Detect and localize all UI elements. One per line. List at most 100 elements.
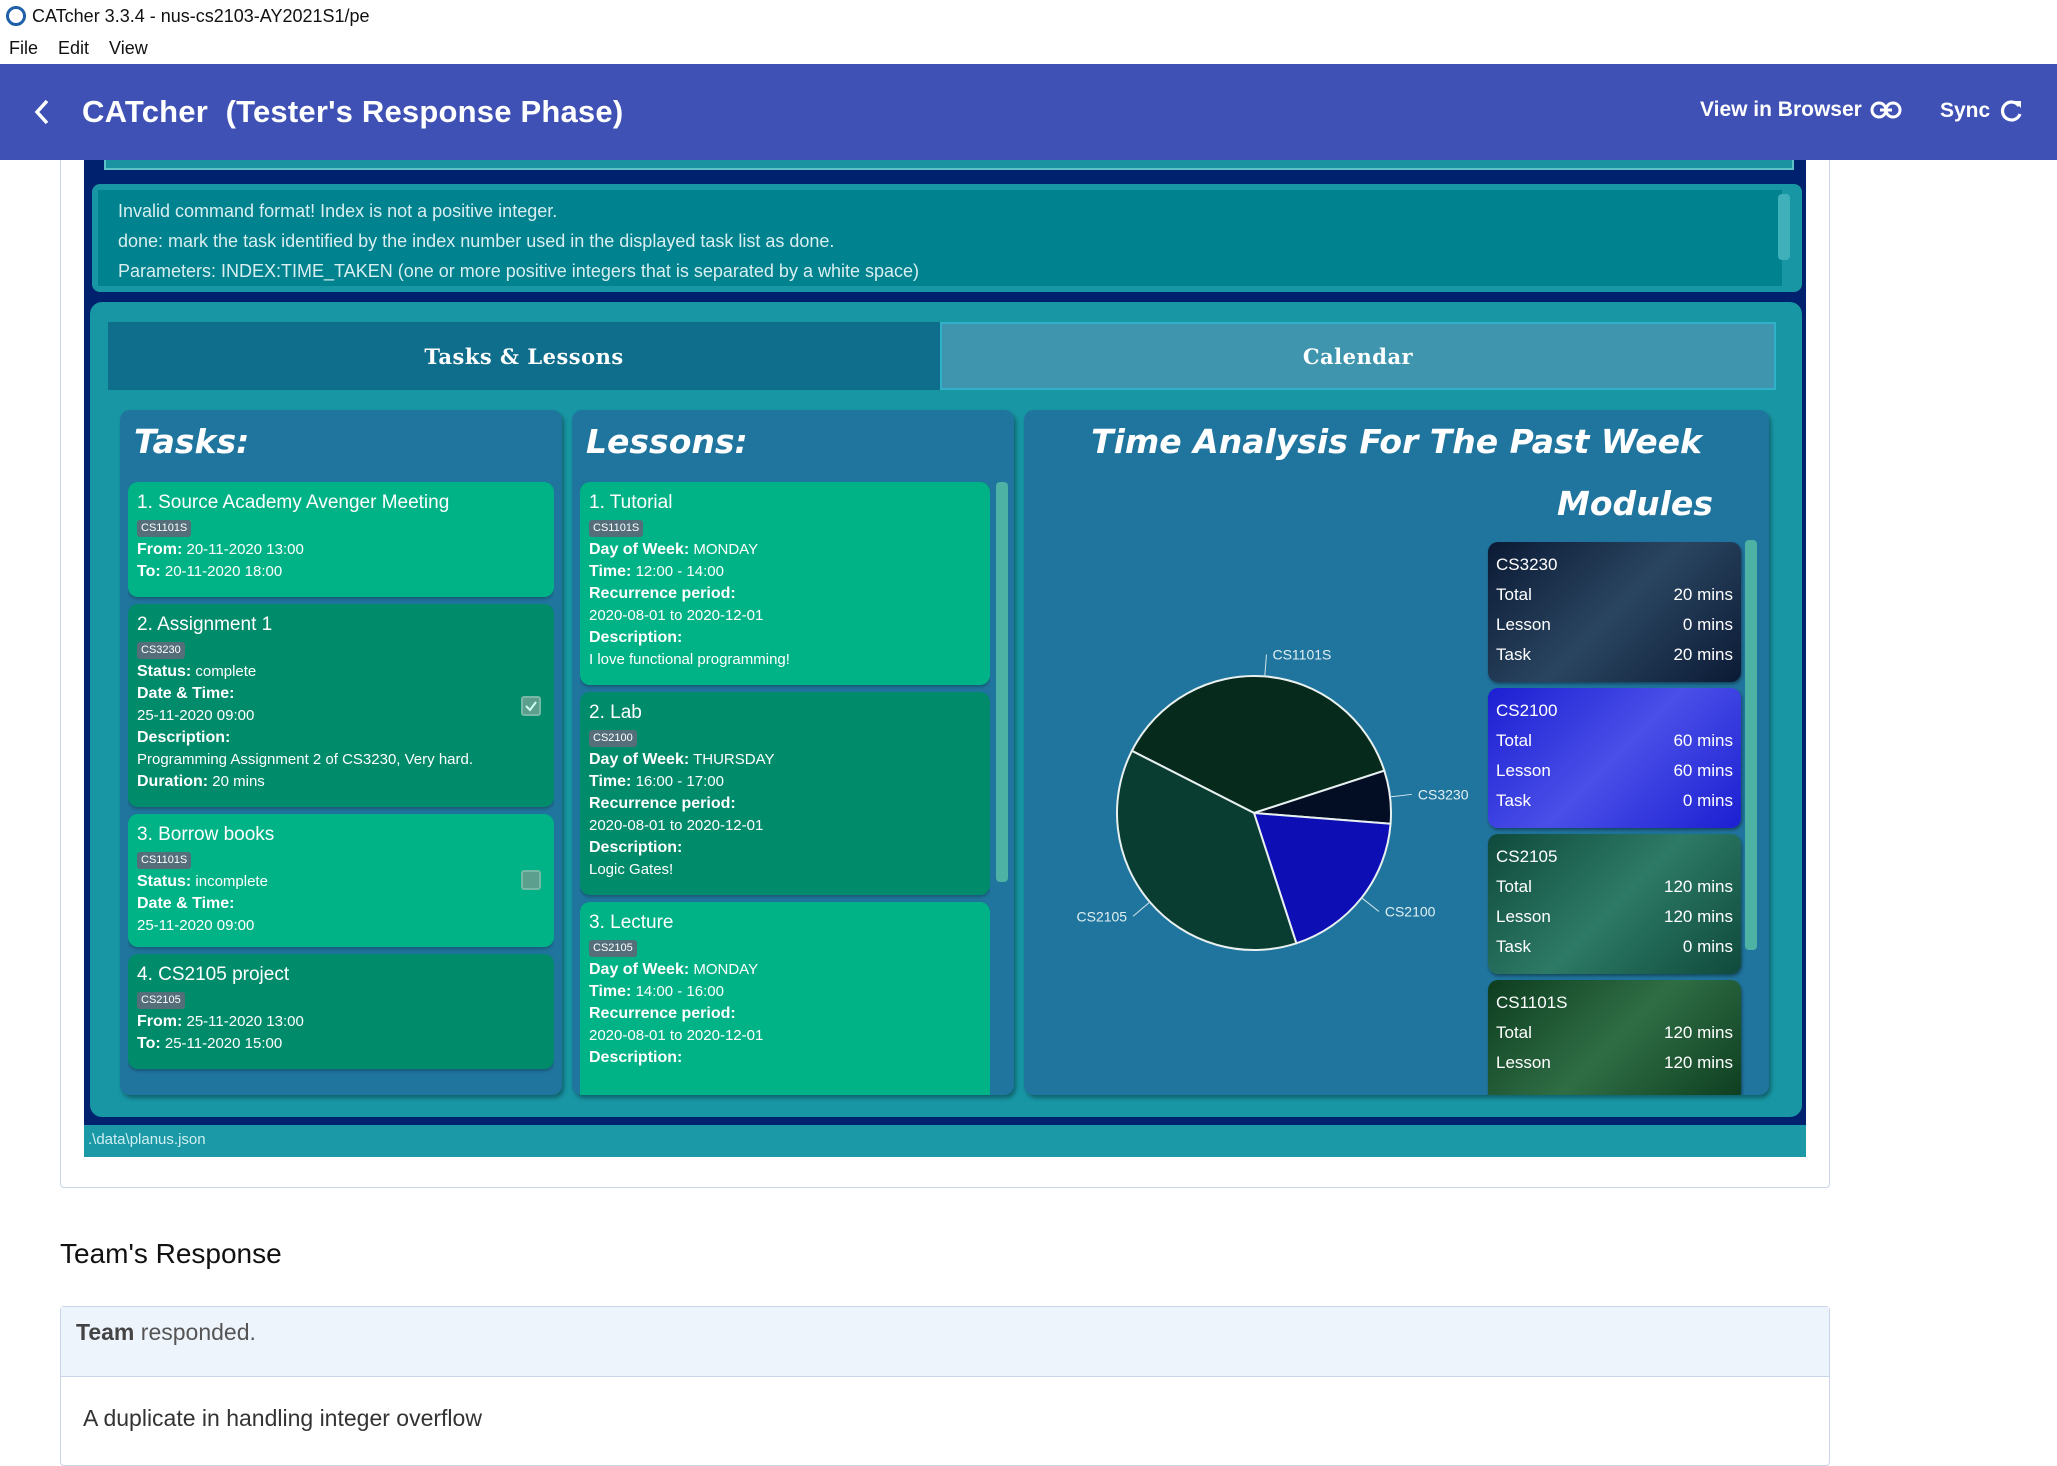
task-card[interactable]: 4. CS2105 project CS2105 From: 25-11-202… (128, 954, 554, 1069)
field-label: Time: (589, 563, 632, 580)
lesson-card[interactable]: 2. Lab CS2100 Day of Week: THURSDAY Time… (580, 692, 990, 895)
team-name: Team (76, 1319, 135, 1345)
field-value: 14:00 - 16:00 (635, 983, 724, 1000)
result-line: Invalid command format! Index is not a p… (118, 201, 558, 221)
tab-calendar[interactable]: Calendar (940, 322, 1776, 390)
field-value: 25-11-2020 09:00 (137, 917, 255, 934)
link-icon (1870, 101, 1902, 119)
task-card[interactable]: 1. Source Academy Avenger Meeting CS1101… (128, 482, 554, 597)
field-label: From: (137, 1013, 183, 1030)
field-value: complete (195, 663, 257, 680)
field-label: Description: (137, 729, 231, 746)
module-stat-value: 60 mins (1673, 731, 1733, 750)
module-stat-label: Lesson (1496, 907, 1551, 926)
menu-edit[interactable]: Edit (58, 38, 89, 59)
field-value: THURSDAY (693, 751, 775, 768)
field-label: Description: (589, 1049, 683, 1066)
module-stat-row: Task 20 mins (1496, 640, 1733, 670)
back-arrow-icon[interactable] (32, 97, 62, 127)
module-stat-value: 60 mins (1673, 761, 1733, 780)
field-value: 25-11-2020 09:00 (137, 707, 255, 724)
pie-chart: CS1101S CS3230 CS2100 CS2105 (1077, 646, 1469, 951)
menu-file[interactable]: File (9, 38, 38, 59)
field-label: Recurrence period: (589, 585, 736, 602)
team-response-body: A duplicate in handling integer overflow (83, 1405, 482, 1431)
module-stat-value: 120 mins (1664, 877, 1733, 896)
pie-label: CS3230 (1418, 786, 1469, 802)
team-response-heading: Team's Response (60, 1238, 282, 1269)
sync-button[interactable]: Sync (1940, 98, 2024, 124)
tab-tasks-lessons[interactable]: Tasks & Lessons (108, 322, 940, 390)
team-response-header: Team responded. (61, 1307, 1829, 1377)
field-label: Duration: (137, 773, 209, 790)
field-value: Programming Assignment 2 of CS3230, Very… (137, 751, 474, 768)
module-card[interactable]: CS1101S Total 120 mins Lesson 120 mins (1488, 980, 1741, 1095)
module-tag: CS1101S (137, 520, 192, 537)
module-stat-value: 20 mins (1673, 645, 1733, 664)
main-panel: Tasks & Lessons Calendar Tasks: 1. Sourc… (90, 302, 1802, 1117)
sync-icon (2001, 100, 2022, 122)
field-label: Day of Week: (589, 541, 690, 558)
tasks-column: Tasks: 1. Source Academy Avenger Meeting… (120, 410, 562, 1095)
done-checkbox-checked[interactable] (521, 696, 541, 716)
module-stat-row: Lesson 60 mins (1496, 756, 1733, 786)
task-card[interactable]: 2. Assignment 1 CS3230 Status: complete … (128, 604, 554, 807)
module-tag: CS1101S (589, 520, 644, 537)
field-label: Day of Week: (589, 751, 690, 768)
module-stat-row: Task 0 mins (1496, 786, 1733, 816)
module-stat-label: Task (1496, 791, 1531, 810)
module-tag: CS3230 (137, 642, 185, 659)
lesson-card[interactable]: 3. Lecture CS2105 Day of Week: MONDAY Ti… (580, 902, 990, 1095)
sync-label: Sync (1940, 99, 1991, 122)
result-display: Invalid command format! Index is not a p… (92, 184, 1802, 292)
module-stat-label: Total (1496, 731, 1532, 750)
field-value: Logic Gates! (589, 861, 674, 878)
module-scrollbar[interactable] (1745, 540, 1757, 950)
module-stat-label: Lesson (1496, 761, 1551, 780)
page-title: CATcher (Tester's Response Phase) (82, 94, 624, 129)
module-card[interactable]: CS2100 Total 60 mins Lesson 60 mins Task 0 min… (1488, 688, 1741, 828)
view-in-browser-button[interactable]: View in Browser (1700, 98, 1902, 122)
module-stat-value: 120 mins (1664, 1053, 1733, 1072)
field-value: incomplete (195, 873, 268, 890)
result-line: done: mark the task identified by the in… (118, 231, 835, 251)
field-label: Date & Time: (137, 685, 235, 702)
lesson-card[interactable]: 1. Tutorial CS1101S Day of Week: MONDAY … (580, 482, 990, 685)
window-title-bar: CATcher 3.3.4 - nus-cs2103-AY2021S1/pe (0, 0, 2057, 32)
module-stat-row: Total 60 mins (1496, 726, 1733, 756)
module-code: CS3230 (1496, 555, 1558, 574)
module-code: CS2100 (1496, 701, 1558, 720)
field-label: Time: (589, 983, 632, 1000)
module-card[interactable]: CS2105 Total 120 mins Lesson 120 mins Task 0 m… (1488, 834, 1741, 974)
done-checkbox[interactable] (521, 870, 541, 890)
field-value: MONDAY (693, 961, 759, 978)
module-stat-label: Total (1496, 877, 1532, 896)
module-stat-row: Total 120 mins (1496, 1018, 1733, 1048)
field-value: 20-11-2020 13:00 (186, 541, 304, 558)
field-label: Day of Week: (589, 961, 690, 978)
module-code: CS2105 (1496, 847, 1558, 866)
task-title: 2. Assignment 1 (137, 614, 273, 635)
lesson-list: 1. Tutorial CS1101S Day of Week: MONDAY … (580, 482, 990, 1095)
task-card[interactable]: 3. Borrow books CS1101S Status: incomple… (128, 814, 554, 947)
module-tag: CS2105 (137, 992, 185, 1009)
result-scrollbar[interactable] (1778, 194, 1790, 260)
module-stat-value: 120 mins (1664, 1023, 1733, 1042)
lesson-scrollbar[interactable] (996, 482, 1008, 882)
pie-label-line (1264, 654, 1267, 677)
field-label: From: (137, 541, 183, 558)
field-label: Description: (589, 629, 683, 646)
menu-view[interactable]: View (109, 38, 148, 59)
field-label: Time: (589, 773, 632, 790)
field-value: I love functional programming! (589, 651, 790, 668)
module-stat-row: Total 20 mins (1496, 580, 1733, 610)
module-stat-label: Lesson (1496, 1053, 1551, 1072)
menu-bar: File Edit View (0, 34, 148, 62)
window-title: CATcher 3.3.4 - nus-cs2103-AY2021S1/pe (32, 5, 370, 26)
lessons-column: Lessons: 1. Tutorial CS1101S Day of Week… (572, 410, 1014, 1095)
module-card[interactable]: CS3230 Total 20 mins Lesson 0 mins Task 20 min… (1488, 542, 1741, 682)
field-label: Description: (589, 839, 683, 856)
module-stat-value: 0 mins (1682, 791, 1733, 810)
task-list: 1. Source Academy Avenger Meeting CS1101… (128, 482, 554, 1095)
task-title: 4. CS2105 project (137, 964, 290, 985)
